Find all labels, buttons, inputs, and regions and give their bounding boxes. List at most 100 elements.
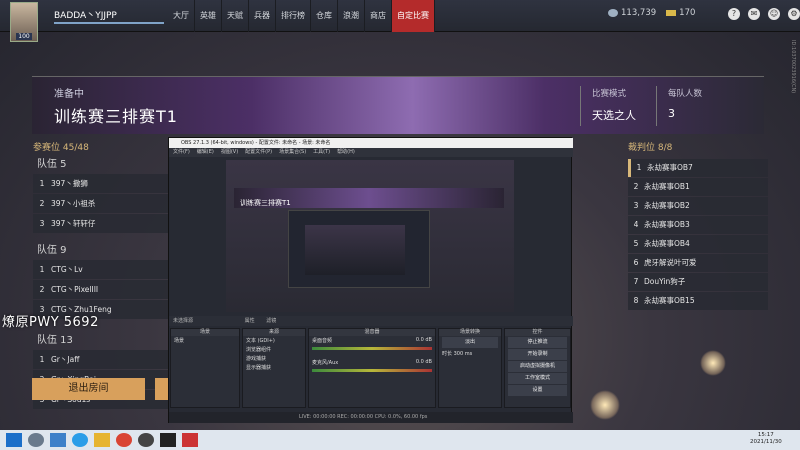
search-icon[interactable] [28,433,44,447]
nav-leaderboard[interactable]: 排行榜 [276,0,311,32]
team-name: 队伍 5 [37,159,67,170]
judge-name: 永劫赛事OB3 [644,220,690,229]
preview-nested-capture [288,210,430,288]
top-icons: ? ✉ ☺ ⚙ [728,8,800,20]
divider [580,86,581,126]
properties-button[interactable]: 属性 [245,318,255,324]
nav-talents[interactable]: 天赋 [222,0,249,32]
menu-help[interactable]: 帮助(H) [337,148,355,157]
track-db: 0.0 dB [415,359,432,365]
player-row[interactable]: 1 CTG丶Lv [33,260,173,279]
folder-icon[interactable] [94,433,110,447]
settings-icon[interactable]: ⚙ [788,8,800,20]
transition-select[interactable]: 淡出 [442,337,498,348]
filters-button[interactable]: 滤镜 [266,318,276,324]
friends-icon[interactable]: ☺ [768,8,780,20]
source-item[interactable]: 显示器捕获 [243,363,305,372]
judge-row[interactable]: 7 DouYin狗子 [628,273,768,291]
gold-icon [666,9,677,16]
obs-window[interactable]: OBS 27.1.3 (64-bit, windows) - 配置文件: 未命名… [168,137,573,423]
judge-count: 8/8 [657,143,673,153]
menu-profile[interactable]: 配置文件(P) [245,148,272,157]
controls-title: 控件 [505,329,570,336]
menu-edit[interactable]: 编辑(E) [197,148,214,157]
game-icon[interactable] [160,433,176,447]
virtual-camera-button[interactable]: 启动虚拟摄像机 [508,361,567,372]
judge-row[interactable]: 1 永劫赛事OB7 [628,159,768,177]
source-item[interactable]: 游戏捕获 [243,354,305,363]
per-team-label: 每队人数 [668,89,703,99]
mode-label: 比赛模式 [592,89,627,99]
volume-meter[interactable] [312,369,432,372]
judge-row[interactable]: 3 永劫赛事OB2 [628,197,768,215]
task-view-icon[interactable] [50,433,66,447]
taskbar-clock[interactable]: 15:17 2021/11/30 [750,432,782,446]
menu-scene-collection[interactable]: 场景集合(S) [279,148,306,157]
chrome-icon[interactable] [116,433,132,447]
duration-row: 时长 300 ms [439,349,501,358]
judge-row[interactable]: 8 永劫赛事OB15 [628,292,768,310]
mail-icon[interactable]: ✉ [748,8,760,20]
nav-custom-match[interactable]: 自定比赛 [392,0,435,32]
judge-name: 永劫赛事OB7 [647,163,693,172]
judge-name: 虎牙解说叶可爱 [644,258,697,267]
start-recording-button[interactable]: 开始录制 [508,349,567,360]
player-row-name: CTG丶Lv [51,265,83,274]
nav-warehouse[interactable]: 仓库 [311,0,338,32]
stop-streaming-button[interactable]: 停止推流 [508,337,567,348]
duration-value[interactable]: 300 ms [454,351,473,357]
menu-view[interactable]: 视图(V) [221,148,238,157]
judge-row[interactable]: 4 永劫赛事OB3 [628,216,768,234]
app-icon[interactable] [182,433,198,447]
studio-mode-button[interactable]: 工作室模式 [508,373,567,384]
scenes-dock: 场景 场景 [170,328,240,408]
judge-name: 永劫赛事OB15 [644,296,695,305]
obs-preview[interactable]: 训练赛三排赛T1 [226,160,514,312]
judge-row[interactable]: 5 永劫赛事OB4 [628,235,768,253]
obs-icon[interactable] [138,433,154,447]
player-row[interactable]: 1 397丶撒狮 [33,174,173,193]
obs-menu-bar: 文件(F) 编辑(E) 视图(V) 配置文件(P) 场景集合(S) 工具(T) … [169,148,573,157]
player-row[interactable]: 1 Gr丶Jaff [33,350,173,369]
menu-file[interactable]: 文件(F) [173,148,190,157]
player-row-name: 397丶小祖杀 [51,199,96,208]
track-name: 麦克风/Aux [312,360,339,366]
player-row[interactable]: 2 CTG丶PixelIII [33,280,173,299]
nav-weapons[interactable]: 兵器 [249,0,276,32]
nav-shop[interactable]: 商店 [365,0,392,32]
participant-header-label: 参赛位 [33,143,61,153]
room-banner: 准备中 训练赛三排赛T1 比赛模式 天选之人 每队人数 3 [32,76,764,134]
nav-heroes[interactable]: 英雄 [195,0,222,32]
room-title: 训练赛三排赛T1 [54,107,178,126]
participant-panel: 参赛位 45/48 队伍 5 1 397丶撒狮 2 397丶小祖杀 3 397丶轩轩仔… [33,140,173,410]
judge-name: 永劫赛事OB1 [644,182,690,191]
source-item[interactable]: 浏览器组件 [243,345,305,354]
no-source-label: 未选择源 [173,318,194,324]
edge-icon[interactable] [72,433,88,447]
player-row[interactable]: 3 397丶轩轩仔 [33,214,173,233]
taskbar [0,430,800,450]
source-item[interactable]: 文本 (GDI+) [243,336,305,345]
menu-tools[interactable]: 工具(T) [313,148,330,157]
scene-item[interactable]: 场景 [171,336,239,345]
player-index: 1 [39,265,45,274]
stream-overlay-text: 燎原PWY 5692 [2,315,99,330]
start-icon[interactable] [6,433,22,447]
track-name: 桌面音频 [312,338,333,344]
nav-tide[interactable]: 浪潮 [338,0,365,32]
help-icon[interactable]: ? [728,8,740,20]
judge-row[interactable]: 6 虎牙解说叶可爱 [628,254,768,272]
nav-lobby[interactable]: 大厅 [168,0,195,32]
sources-dock: 来源 文本 (GDI+) 浏览器组件 游戏捕获 显示器捕获 [242,328,306,408]
avatar[interactable]: 100 [10,2,38,42]
settings-button[interactable]: 设置 [508,385,567,396]
judge-row[interactable]: 2 永劫赛事OB1 [628,178,768,196]
per-team-value: 3 [668,107,675,120]
exit-room-button[interactable]: 退出房间 [32,378,145,400]
participant-count: 45/48 [62,143,89,153]
judge-header-label: 裁判位 [628,143,656,153]
lantern-light [700,350,726,376]
player-row[interactable]: 2 397丶小祖杀 [33,194,173,213]
volume-meter[interactable] [312,347,432,350]
silver-icon [608,8,618,17]
